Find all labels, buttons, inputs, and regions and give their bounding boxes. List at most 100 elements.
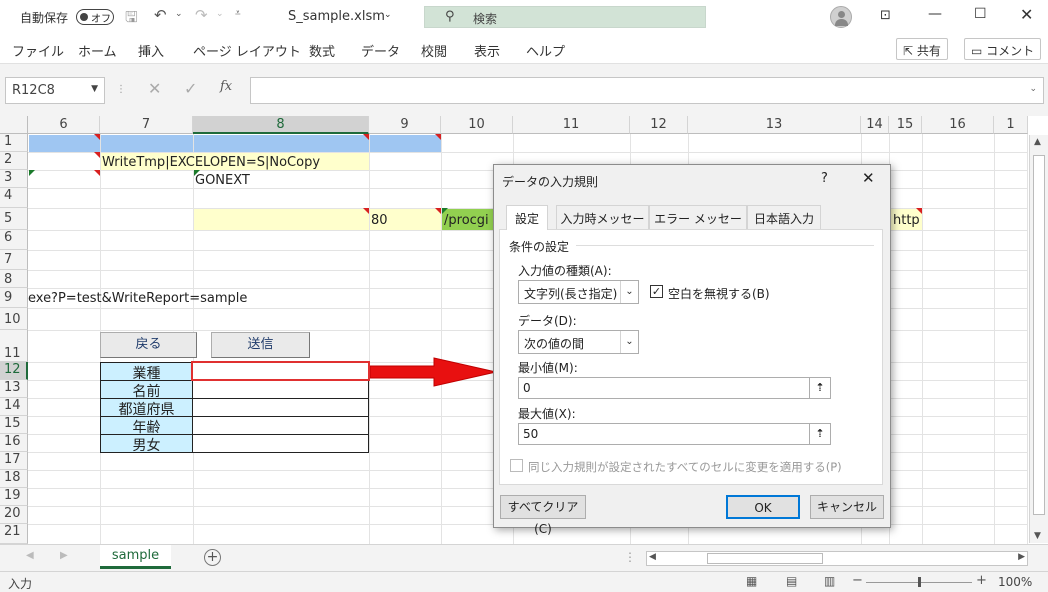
menu-file[interactable]: ファイル (12, 41, 64, 60)
filename-dropdown-icon[interactable]: ⌄ (384, 10, 392, 20)
scroll-down-icon[interactable]: ▼ (1034, 531, 1041, 541)
page-break-view-icon[interactable]: ▥ (824, 574, 835, 588)
cancel-button[interactable]: キャンセル (810, 495, 884, 519)
row-header[interactable]: 10 (0, 308, 28, 330)
column-header[interactable]: 13 (688, 116, 861, 134)
column-header[interactable]: 9 (369, 116, 441, 134)
dialog-close-icon[interactable]: ✕ (862, 169, 875, 187)
redo-dropdown-icon[interactable]: ⌄ (216, 9, 224, 19)
menu-view[interactable]: 表示 (474, 41, 500, 60)
column-header[interactable]: 14 (861, 116, 889, 134)
menu-home[interactable]: ホーム (78, 41, 117, 60)
formula-input[interactable]: ⌄ (250, 77, 1044, 104)
column-header[interactable]: 7 (100, 116, 193, 134)
cancel-icon[interactable]: ✕ (148, 79, 161, 98)
ok-button[interactable]: OK (726, 495, 800, 519)
name-box-dropdown-icon[interactable]: ▼ (91, 84, 98, 94)
cell-blue[interactable] (370, 135, 441, 152)
search-box[interactable]: ⚲ 検索 (424, 6, 706, 28)
enter-icon[interactable]: ✓ (184, 79, 197, 98)
select-all-corner[interactable] (0, 116, 28, 134)
prev-sheet-icon[interactable]: ◀ (26, 550, 34, 561)
ignore-blank-checkbox[interactable]: ✓ (650, 285, 663, 298)
back-button[interactable]: 戻る (100, 332, 197, 358)
horizontal-scrollbar[interactable]: ◀ ▶ (646, 551, 1028, 566)
avatar[interactable] (830, 6, 852, 28)
zoom-level[interactable]: 100% (998, 575, 1032, 589)
row-header[interactable]: 18 (0, 470, 28, 488)
row-header[interactable]: 11 (0, 330, 28, 362)
scroll-left-icon[interactable]: ◀ (649, 552, 656, 562)
save-icon[interactable]: 🖫 (125, 7, 138, 32)
next-sheet-icon[interactable]: ▶ (60, 550, 68, 561)
form-input-cell[interactable] (192, 416, 369, 435)
apply-all-checkbox[interactable] (510, 459, 523, 472)
column-header[interactable]: 12 (630, 116, 688, 134)
normal-view-icon[interactable]: ▦ (746, 574, 757, 588)
close-icon[interactable]: ✕ (1020, 5, 1033, 24)
menu-formulas[interactable]: 数式 (309, 41, 335, 60)
active-cell-r12c8[interactable] (191, 361, 370, 381)
range-select-icon[interactable]: ⇡ (809, 377, 831, 399)
column-header[interactable]: 6 (28, 116, 100, 134)
tab-error-message[interactable]: エラー メッセージ (649, 205, 747, 243)
cell-yellow[interactable] (194, 209, 369, 230)
undo-icon[interactable]: ↶ (154, 6, 167, 24)
add-sheet-icon[interactable]: + (204, 549, 221, 566)
redo-icon[interactable]: ↷ (195, 6, 208, 24)
menu-help[interactable]: ヘルプ (526, 41, 565, 60)
column-header[interactable]: 11 (513, 116, 630, 134)
scroll-up-icon[interactable]: ▲ (1034, 137, 1041, 147)
expand-formula-icon[interactable]: ⌄ (1029, 84, 1037, 94)
tab-settings[interactable]: 設定 (506, 205, 548, 230)
zoom-out-icon[interactable]: − (852, 573, 863, 588)
clear-all-button[interactable]: すべてクリア(C) (500, 495, 586, 536)
row-header[interactable]: 13 (0, 380, 28, 398)
share-button[interactable]: ⇱ 共有 (896, 38, 948, 60)
help-button[interactable]: ? (821, 171, 828, 186)
column-header[interactable]: 15 (889, 116, 922, 134)
row-header[interactable]: 1 (0, 134, 28, 152)
vertical-scrollbar[interactable]: ▲ ▼ (1029, 135, 1048, 543)
data-select[interactable]: 次の値の間 ⌄ (518, 330, 639, 354)
comment-button[interactable]: ▭ コメント (964, 38, 1042, 60)
minimize-icon[interactable]: — (928, 6, 942, 22)
cell-blue[interactable] (101, 135, 193, 152)
row-header[interactable]: 6 (0, 230, 28, 250)
row-header[interactable]: 4 (0, 188, 28, 208)
send-button[interactable]: 送信 (211, 332, 310, 358)
row-header[interactable]: 14 (0, 398, 28, 416)
row-header[interactable]: 7 (0, 250, 28, 270)
ribbon-display-icon[interactable]: ⊡ (880, 8, 891, 23)
row-header[interactable]: 9 (0, 288, 28, 308)
range-select-icon[interactable]: ⇡ (809, 423, 831, 445)
menu-insert[interactable]: 挿入 (138, 41, 164, 60)
undo-dropdown-icon[interactable]: ⌄ (175, 9, 183, 19)
page-layout-view-icon[interactable]: ▤ (786, 574, 797, 588)
form-input-cell[interactable] (192, 434, 369, 453)
zoom-slider-thumb[interactable] (918, 577, 921, 587)
menu-page-layout[interactable]: ページ レイアウト (193, 41, 301, 60)
tab-input-message[interactable]: 入力時メッセージ (556, 205, 649, 243)
menu-data[interactable]: データ (361, 41, 400, 60)
cell-blue[interactable] (29, 135, 100, 152)
name-box[interactable]: R12C8 ▼ (5, 77, 105, 104)
autosave-toggle[interactable]: オフ (76, 9, 114, 25)
column-header[interactable]: 16 (922, 116, 994, 134)
row-header-selected[interactable]: 12 (0, 362, 28, 380)
form-input-cell[interactable] (192, 380, 369, 399)
max-input[interactable]: 50 ⇡ (518, 423, 831, 445)
scroll-right-icon[interactable]: ▶ (1018, 552, 1025, 562)
tab-ime[interactable]: 日本語入力 (747, 205, 821, 229)
row-header[interactable]: 17 (0, 452, 28, 470)
row-header[interactable]: 20 (0, 506, 28, 524)
zoom-in-icon[interactable]: + (976, 573, 987, 588)
scrollbar-thumb[interactable] (707, 553, 823, 564)
form-input-cell[interactable] (192, 398, 369, 417)
column-header[interactable]: 1 (994, 116, 1028, 134)
row-header[interactable]: 19 (0, 488, 28, 506)
sheet-tab-sample[interactable]: sample (100, 545, 171, 569)
row-header[interactable]: 8 (0, 270, 28, 288)
menu-review[interactable]: 校閲 (421, 41, 447, 60)
row-header[interactable]: 5 (0, 208, 28, 230)
